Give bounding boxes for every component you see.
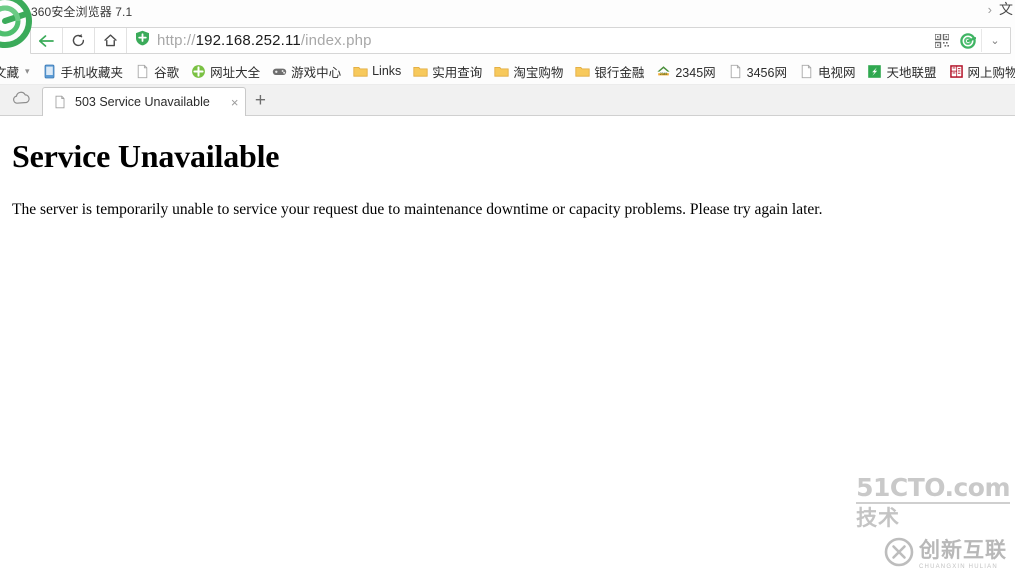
bookmark-label: 电视网 [818,62,856,81]
hao360-icon [191,64,206,79]
browser-window: 360安全浏览器 7.1 › 文 [0,0,1015,575]
watermark-chuangxin-pinyin: CHUANGXIN HULIAN [919,564,1007,570]
bookmark-bank-finance[interactable]: 银行金融 [569,61,650,81]
watermark-51cto-main: 51CTO.com [856,475,1010,504]
red-square-icon [949,64,964,79]
bookmark-2345[interactable]: 2345 2345网 [650,61,721,81]
new-tab-button[interactable]: + [246,86,274,115]
url-host: 192.168.252.11 [196,32,301,49]
gamepad-icon [272,64,287,79]
title-bar: 360安全浏览器 7.1 › 文 [0,0,1015,23]
page-body-text: The server is temporarily unable to serv… [12,201,1003,220]
watermark-chuangxin-cn: 创新互联 [919,540,1007,561]
bookmark-practical-query[interactable]: 实用查询 [407,61,488,81]
reload-button[interactable] [63,28,95,53]
page-content: Service Unavailable The server is tempor… [0,116,1015,576]
tab-title: 503 Service Unavailable [75,95,210,109]
bookmark-tv-net[interactable]: 电视网 [793,61,862,81]
bookmark-game-center[interactable]: 游戏中心 [266,61,347,81]
bookmark-label: 3456网 [747,62,787,81]
address-bar[interactable]: http://192.168.252.11/index.php [30,27,1011,54]
bookmark-label: 手机收藏夹 [61,62,124,81]
bookmark-mobile-favorites[interactable]: 手机收藏夹 [36,61,130,81]
bookmark-label: 银行金融 [594,62,644,81]
bookmarks-bar: 文藏 ▾ 手机收藏夹 谷歌 [0,58,1015,85]
title-bar-cut-label[interactable]: 文 [999,1,1013,17]
bookmark-label: 淘宝购物 [513,62,563,81]
watermark-chuangxin-text: 创新互联 CHUANGXIN HULIAN [919,540,1007,570]
bookmark-3456[interactable]: 3456网 [722,61,793,81]
bookmark-tiandi-alliance[interactable]: 天地联盟 [861,61,942,81]
bookmark-label: 文藏 [0,62,19,81]
bookmark-label: 网址大全 [210,62,260,81]
qrcode-icon[interactable] [929,29,955,52]
watermark-51cto-sub: 技术 [856,506,1010,532]
chevron-down-icon[interactable]: ⌄ [981,29,1008,52]
page-icon [728,64,743,79]
360-browser-logo-icon [0,0,32,48]
bookmark-hao360[interactable]: 网址大全 [185,61,266,81]
chuangxin-logo-icon [884,537,914,572]
page-title: Service Unavailable [12,138,1003,175]
bookmark-google[interactable]: 谷歌 [129,61,185,81]
bookmark-links[interactable]: Links [347,61,407,81]
security-shield-icon [135,30,150,51]
title-bar-right-controls: › 文 [988,1,1013,17]
security-shield-button[interactable] [127,28,155,53]
bookmark-online-shopping[interactable]: 网上购物 [943,61,1015,81]
tab-strip: 503 Service Unavailable × + [0,85,1015,116]
mobile-favorites-icon [42,64,57,79]
house-2345-icon: 2345 [656,64,671,79]
folder-icon [413,64,428,79]
cloud-button[interactable] [0,86,42,115]
chevron-down-icon: ▾ [25,66,30,77]
url-scheme: http:// [157,32,196,49]
bookmark-favorites[interactable]: 文藏 ▾ [0,61,36,81]
watermark-51cto: 51CTO.com 技术 [856,475,1010,532]
bookmark-label: 游戏中心 [291,62,341,81]
page-icon [53,95,68,110]
window-title: 360安全浏览器 7.1 [31,3,132,20]
cloud-icon [12,91,31,110]
navigation-toolbar: http://192.168.252.11/index.php [0,23,1015,58]
tab-503-service-unavailable[interactable]: 503 Service Unavailable × [42,87,246,116]
url-text[interactable]: http://192.168.252.11/index.php [155,28,929,53]
home-icon [103,33,118,48]
green-square-icon [867,64,882,79]
home-button[interactable] [95,28,127,53]
folder-icon [494,64,509,79]
svg-text:2345: 2345 [660,72,668,76]
page-icon [799,64,814,79]
back-arrow-icon [38,34,55,48]
page-icon [135,64,150,79]
folder-icon [575,64,590,79]
url-path: /index.php [301,32,372,49]
close-icon[interactable]: × [231,96,239,109]
reload-icon [71,33,86,48]
bookmark-label: 实用查询 [432,62,482,81]
address-bar-actions: ⌄ [929,28,1010,53]
back-button[interactable] [31,28,63,53]
chevron-right-icon[interactable]: › [988,3,992,16]
360-browser-icon[interactable] [955,29,981,52]
folder-icon [353,64,368,79]
bookmark-label: 2345网 [675,62,715,81]
bookmark-label: 天地联盟 [886,62,936,81]
bookmark-label: 网上购物 [968,62,1015,81]
bookmark-label: 谷歌 [154,62,179,81]
watermark-chuangxin: 创新互联 CHUANGXIN HULIAN [884,537,1007,572]
bookmark-taobao-shopping[interactable]: 淘宝购物 [488,61,569,81]
bookmark-label: Links [372,64,401,78]
